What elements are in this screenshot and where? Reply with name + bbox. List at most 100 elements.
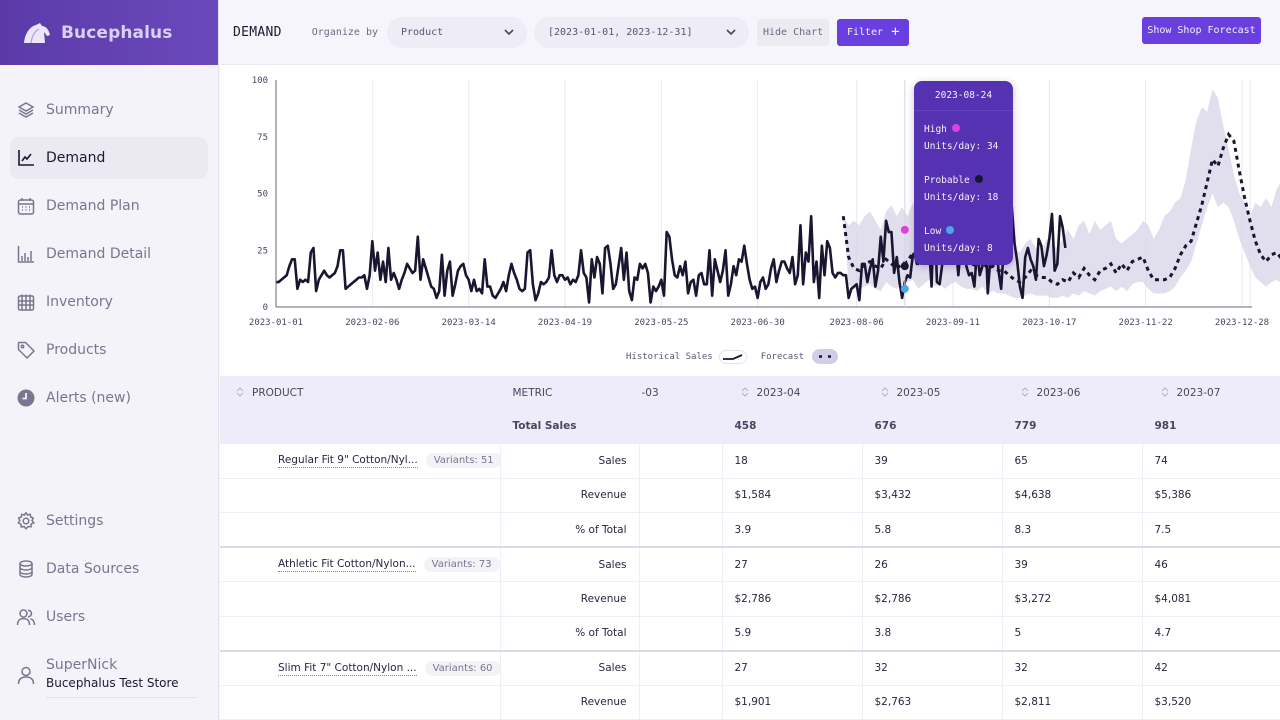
low-marker: [900, 284, 909, 293]
total-sales-label: Total Sales: [500, 409, 640, 444]
legend-historical-swatch[interactable]: [718, 349, 747, 364]
legend-forecast-label[interactable]: Forecast: [761, 352, 804, 362]
value-cell: $5,386: [1142, 478, 1280, 513]
value-cell: 4.7: [1142, 616, 1280, 652]
product-name-link[interactable]: Athletic Fit Cotton/Nylon...: [278, 558, 416, 572]
sort-icon: [881, 386, 888, 397]
database-icon: [16, 559, 36, 579]
sidebar-item-settings[interactable]: Settings: [10, 500, 209, 542]
column-header-month[interactable]: 2023-06: [1002, 376, 1143, 409]
metric-cell: Sales: [500, 650, 640, 686]
date-range-select[interactable]: [2023-01-01, 2023-12-31]: [534, 16, 749, 48]
page-title: DEMAND: [233, 24, 282, 40]
value-cell: 74: [1142, 443, 1280, 479]
sidebar-item-data-sources[interactable]: Data Sources: [10, 548, 209, 590]
legend-historical-label[interactable]: Historical Sales: [626, 352, 713, 362]
column-header-month[interactable]: 2023-07: [1142, 376, 1280, 409]
filter-label: Filter: [846, 26, 884, 38]
value-cell: $2,811: [1002, 685, 1143, 720]
table-row: Revenue $1,901 $2,763 $2,811 $3,520: [220, 685, 1280, 720]
brand-name: Bucephalus: [61, 22, 173, 43]
value-cell: 5: [1002, 616, 1143, 652]
column-header-metric[interactable]: METRIC: [500, 376, 640, 409]
column-header-month[interactable]: 2023-04: [722, 376, 863, 409]
tooltip-probable-value: Units/day: 18: [924, 192, 999, 203]
store-name[interactable]: Bucephalus Test Store: [46, 675, 196, 698]
sidebar-item-demand[interactable]: Demand: [10, 137, 208, 179]
sidebar-item-demand-plan[interactable]: Demand Plan: [10, 185, 208, 227]
value-cell: 42: [1142, 650, 1280, 686]
sidebar-nav: Summary Demand Demand Plan Demand Detail: [0, 89, 218, 419]
app: Bucephalus Summary Demand Demand Plan De…: [0, 0, 1280, 720]
user-profile[interactable]: SuperNick Bucephalus Test Store: [10, 655, 200, 698]
column-header-month[interactable]: 2023-05: [862, 376, 1003, 409]
table-row: % of Total 5.9 3.8 5 4.7: [220, 616, 1280, 652]
sidebar-item-label: Settings: [46, 513, 104, 529]
line-chart-icon: [16, 148, 36, 168]
metric-cell: Revenue: [500, 478, 640, 513]
hide-chart-button[interactable]: Hide Chart: [757, 18, 830, 46]
sidebar-item-inventory[interactable]: Inventory: [10, 281, 208, 323]
sidebar-item-label: Alerts (new): [46, 390, 131, 406]
sidebar-item-demand-detail[interactable]: Demand Detail: [10, 233, 208, 275]
total-value: 981: [1142, 409, 1280, 444]
chevron-down-icon: [726, 29, 736, 36]
column-header-product[interactable]: PRODUCT: [220, 376, 501, 409]
x-tick-label: 2023-01-01: [249, 318, 303, 328]
sidebar-item-alerts[interactable]: Alerts (new): [10, 377, 208, 419]
horse-logo-icon: [24, 22, 50, 43]
value-cell: 27: [722, 650, 863, 686]
organize-by-select[interactable]: Product: [387, 16, 527, 48]
value-cell: 3.8: [862, 616, 1003, 652]
table-row: Athletic Fit Cotton/Nylon... Variants: 73…: [220, 547, 1280, 582]
x-tick-label: 2023-05-25: [634, 318, 688, 328]
value-cell: 8.3: [1002, 512, 1143, 548]
chevron-down-icon: [504, 29, 514, 36]
probable-dot-icon: [974, 175, 983, 183]
sidebar-item-label: Demand Detail: [46, 246, 152, 262]
table-row: Revenue $2,786 $2,786 $3,272 $4,081: [220, 581, 1280, 617]
sidebar-item-label: Demand Plan: [46, 198, 140, 214]
gear-icon: [16, 511, 36, 531]
y-tick-label: 100: [252, 76, 268, 86]
user-icon: [16, 665, 36, 685]
high-dot-icon: [951, 124, 960, 132]
value-cell: 27: [722, 547, 863, 582]
product-name-link[interactable]: Regular Fit 9" Cotton/Nyl...: [278, 454, 418, 468]
sidebar-item-summary[interactable]: Summary: [10, 89, 208, 131]
sidebar-item-products[interactable]: Products: [10, 329, 208, 371]
sort-icon: [236, 386, 244, 397]
brand-header[interactable]: Bucephalus: [0, 0, 218, 65]
legend-forecast-swatch[interactable]: [812, 349, 839, 364]
product-name-link[interactable]: Slim Fit 7" Cotton/Nylon ...: [278, 662, 417, 676]
sidebar-item-label: Data Sources: [46, 561, 140, 577]
total-sales-row: Total Sales 458 676 779 981: [220, 409, 1280, 444]
table-row: Revenue $1,584 $3,432 $4,638 $5,386: [220, 478, 1280, 513]
sidebar: Bucephalus Summary Demand Demand Plan De…: [0, 0, 219, 720]
sidebar-item-label: Inventory: [46, 294, 113, 310]
metric-cell: Sales: [500, 443, 640, 479]
value-cell: 32: [862, 650, 1003, 686]
clock-icon: [16, 388, 36, 408]
x-tick-label: 2023-08-06: [830, 318, 884, 328]
x-tick-label: 2023-04-19: [538, 318, 592, 328]
inventory-icon: [16, 292, 36, 312]
metric-cell: Sales: [500, 547, 640, 582]
user-name: SuperNick: [46, 657, 118, 673]
total-value: 676: [862, 409, 1003, 444]
value-cell: $3,432: [862, 478, 1003, 513]
y-tick-label: 50: [257, 190, 268, 200]
probable-marker: [900, 262, 909, 271]
product-cell: Athletic Fit Cotton/Nylon... Variants: 73: [220, 547, 501, 582]
demand-chart-svg[interactable]: 2023-01-01 2023-02-06 2023-03-14 2023-04-19…: [220, 65, 1280, 345]
column-header-prev-month[interactable]: -03: [639, 376, 723, 409]
x-tick-label: 2023-10-17: [1022, 318, 1076, 328]
value-cell: $2,763: [862, 685, 1003, 720]
sidebar-item-label: Users: [46, 609, 86, 625]
variants-badge: Variants: 51: [425, 453, 499, 468]
metric-cell: % of Total: [500, 512, 640, 548]
sidebar-item-users[interactable]: Users: [10, 596, 209, 638]
filter-button[interactable]: Filter +: [837, 18, 910, 46]
show-shop-forecast-button[interactable]: Show Shop Forecast: [1142, 17, 1261, 44]
tooltip-date: 2023-08-24: [914, 81, 1013, 111]
